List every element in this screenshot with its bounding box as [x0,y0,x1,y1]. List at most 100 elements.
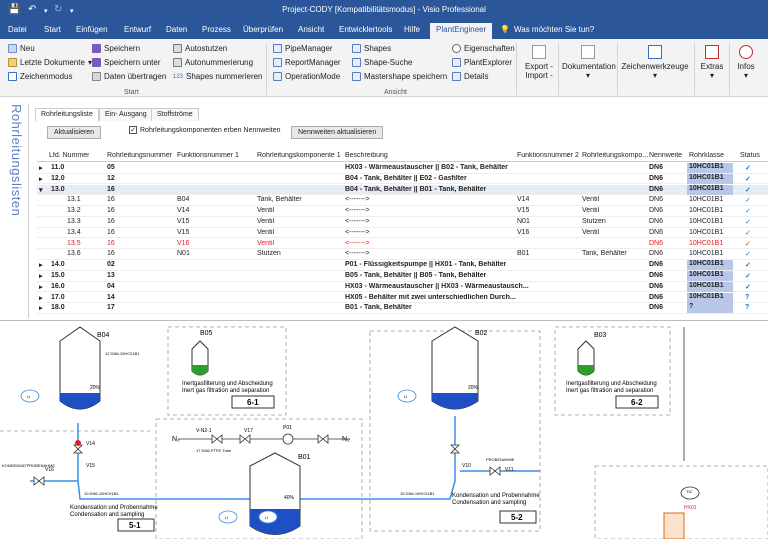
tab-prozess[interactable]: Prozess [202,25,231,34]
expand-toggle-icon[interactable]: ▸ [39,164,43,172]
expand-toggle-icon[interactable]: ▸ [39,283,43,291]
auto-nozzle-button[interactable]: Autostutzen [173,44,227,53]
col-header[interactable]: Funktionsnummer 1 [177,152,239,159]
table-row[interactable]: 13.1 16 B04 Tank, Behälter <-------> V14 Venti… [37,195,768,206]
table-row[interactable]: ▸ 17.0 14 HX05 - Behälter mit zwei untersch… [37,292,768,304]
tab-hilfe[interactable]: Hilfe [404,25,420,34]
update-nominal-widths-button[interactable]: Nennweiten aktualisieren [291,126,384,139]
table-row[interactable]: ▸ 15.0 13 B05 - Tank, Behälter || B05 - Tan… [37,271,768,282]
properties-label: Eigenschaften [464,44,515,53]
table-row[interactable]: ▸ 12.0 12 B04 - Tank, Behälter || E02 - Gas… [37,173,768,185]
transfer-data-label: Daten übertragen [104,72,167,81]
table-cell: N01 [517,218,530,225]
title-bar: 💾 ↶ ▾ ↻ ▾ Project-CODY [Kompatibilitätsm… [0,0,768,22]
info-button[interactable]: Infos ▾ [733,45,759,80]
table-cell: 02 [107,261,115,269]
save-as-button[interactable]: Speichern unter [92,58,160,67]
expand-toggle-icon[interactable]: ▸ [39,261,43,269]
window-title: Project-CODY [Kompatibilitätsmodus] - Vi… [282,5,486,14]
tag-b04: B04 [97,332,110,339]
table-row[interactable]: ▸ 16.0 04 HX03 - Wärmeaustauscher || HX03 -… [37,281,768,293]
table-cell: DN6 [649,239,664,247]
details-button[interactable]: Details [452,72,488,81]
explorer-icon [452,58,461,67]
table-row[interactable]: 13.2 16 V14 Ventil <-------> V15 Ventil DN6 10HC… [37,206,768,217]
tab-start[interactable]: Start [44,25,61,34]
drawing-mode-button[interactable]: Zeichenmodus [8,72,72,81]
tab-einfuegen[interactable]: Einfügen [76,25,108,34]
valve-tag-v15: V15 [86,463,95,469]
table-row[interactable]: 13.6 16 N01 Stutzen <-------> B01 Tank, Behält… [37,249,768,260]
drawing-tools-button[interactable]: Zeichenwerkzeuge ▾ [620,45,690,80]
plantexplorer-button[interactable]: PlantExplorer [452,58,512,67]
col-header[interactable]: Nennweite [649,152,682,159]
table-cell: 13.2 [67,207,81,215]
tab-datei[interactable]: Datei [8,25,27,34]
col-header[interactable]: Rohrleitungskomponente 1 [257,152,341,159]
table-cell: DN6 [649,218,664,225]
table-row[interactable]: 13.4 16 V15 Ventil <-------> V16 Ventil DN6 10HC… [37,228,768,239]
expand-toggle-icon[interactable]: ▾ [39,186,43,194]
table-row[interactable]: ▸ 11.0 05 HX03 - Wärmeaustauscher || B02 - … [37,163,768,174]
properties-button[interactable]: Eigenschaften [452,44,515,53]
export-import-button[interactable]: Export - Import - [522,45,556,80]
tab-ueberpruefen[interactable]: Überprüfen [243,25,283,34]
expand-toggle-icon[interactable]: ▸ [39,304,43,312]
recent-documents-button[interactable]: Letzte Dokumente ▾ [8,58,92,67]
new-label: Neu [20,44,35,53]
details-label: Details [464,72,489,81]
new-button[interactable]: Neu [8,44,35,53]
table-cell: 10HC01B1 [687,184,733,195]
expand-toggle-icon[interactable]: ▸ [39,175,43,183]
checkbox-box[interactable]: ✓ [129,126,137,134]
number-shapes-button[interactable]: 123 Shapes nummerieren [173,72,263,81]
tab-ein-ausgang[interactable]: Ein- Ausgang [99,108,153,121]
col-header[interactable]: Rohrleitungskompo... [582,152,648,159]
reportmanager-button[interactable]: ReportManager [273,58,341,67]
tab-stoffstroeme[interactable]: Stoffströme [151,108,199,121]
expand-toggle-icon[interactable]: ▸ [39,294,43,302]
documentation-button[interactable]: Dokumentation ▾ [562,45,616,80]
col-header[interactable]: Lfd. Nummer [49,152,89,159]
table-cell: Ventil [257,239,275,247]
refresh-button[interactable]: Aktualisieren [47,126,102,139]
shapes-button[interactable]: Shapes [352,44,391,53]
shape-search-button[interactable]: Shape-Suche [352,58,412,67]
col-header[interactable]: Status [740,152,760,159]
table-cell: <-------> [345,207,370,215]
tab-plantengineer[interactable]: PlantEngineer [430,23,493,39]
auto-nozzle-label: Autostutzen [185,44,228,53]
col-header[interactable]: Funktionsnummer 2 [517,152,579,159]
tab-rohrleitungsliste[interactable]: Rohrleitungsliste [35,108,99,121]
transfer-data-button[interactable]: Daten übertragen [92,72,166,81]
pipemanager-button[interactable]: PipeManager [273,44,333,53]
process-line [300,416,456,500]
operationmode-button[interactable]: OperationMode [273,72,340,81]
table-cell: Tank, Behälter [582,250,627,258]
table-cell: 10HC01B1 [687,260,733,271]
save-mastershape-button[interactable]: Mastershape speichern [352,72,447,81]
tab-entwicklertools[interactable]: Entwicklertools [339,25,392,34]
tab-ansicht[interactable]: Ansicht [298,25,324,34]
table-row[interactable]: ▾ 13.0 16 B04 - Tank, Behälter || B01 - Tan… [37,184,768,196]
tell-me-search[interactable]: Was möchten Sie tun? [514,25,594,34]
tab-entwurf[interactable]: Entwurf [124,25,151,34]
pid-diagram[interactable]: B04 20% B02 20% B01 40% B05 B03 Inertgas… [0,321,768,540]
col-header[interactable]: Beschreibung [345,152,388,159]
group-ansicht-label: Ansicht [384,89,407,96]
extras-button[interactable]: Extras ▾ [698,45,726,80]
col-header[interactable]: Rohrleitungsnummer [107,152,172,159]
save-button[interactable]: Speichern [92,44,140,53]
expand-toggle-icon[interactable]: ▸ [39,272,43,280]
table-row[interactable]: ▸ 18.0 17 B01 - Tank, Behälter DN6?? [37,303,768,314]
table-row[interactable]: 13.3 16 V15 Ventil <-------> N01 Stutzen DN6 10H… [37,217,768,228]
tab-daten[interactable]: Daten [166,25,187,34]
drawing-canvas[interactable]: B04 20% B02 20% B01 40% B05 B03 Inertgas… [0,320,768,540]
table-row[interactable]: 13.5 16 V16 Ventil <-------> DN6 10HC01B1 ✓ [37,239,768,250]
col-header[interactable]: Rohrklasse [689,152,724,159]
table-row[interactable]: ▸ 14.0 02 P01 - Flüssigkeitspumpe || HX01 -… [37,260,768,271]
auto-numbering-button[interactable]: Autonummerierung [173,58,253,67]
instrument-tic: TIC [686,489,693,494]
inherit-nominal-width-checkbox[interactable]: ✓ Rohrleitungskomponenten erben Nennweit… [129,126,280,134]
table-cell: 13.1 [67,196,81,204]
